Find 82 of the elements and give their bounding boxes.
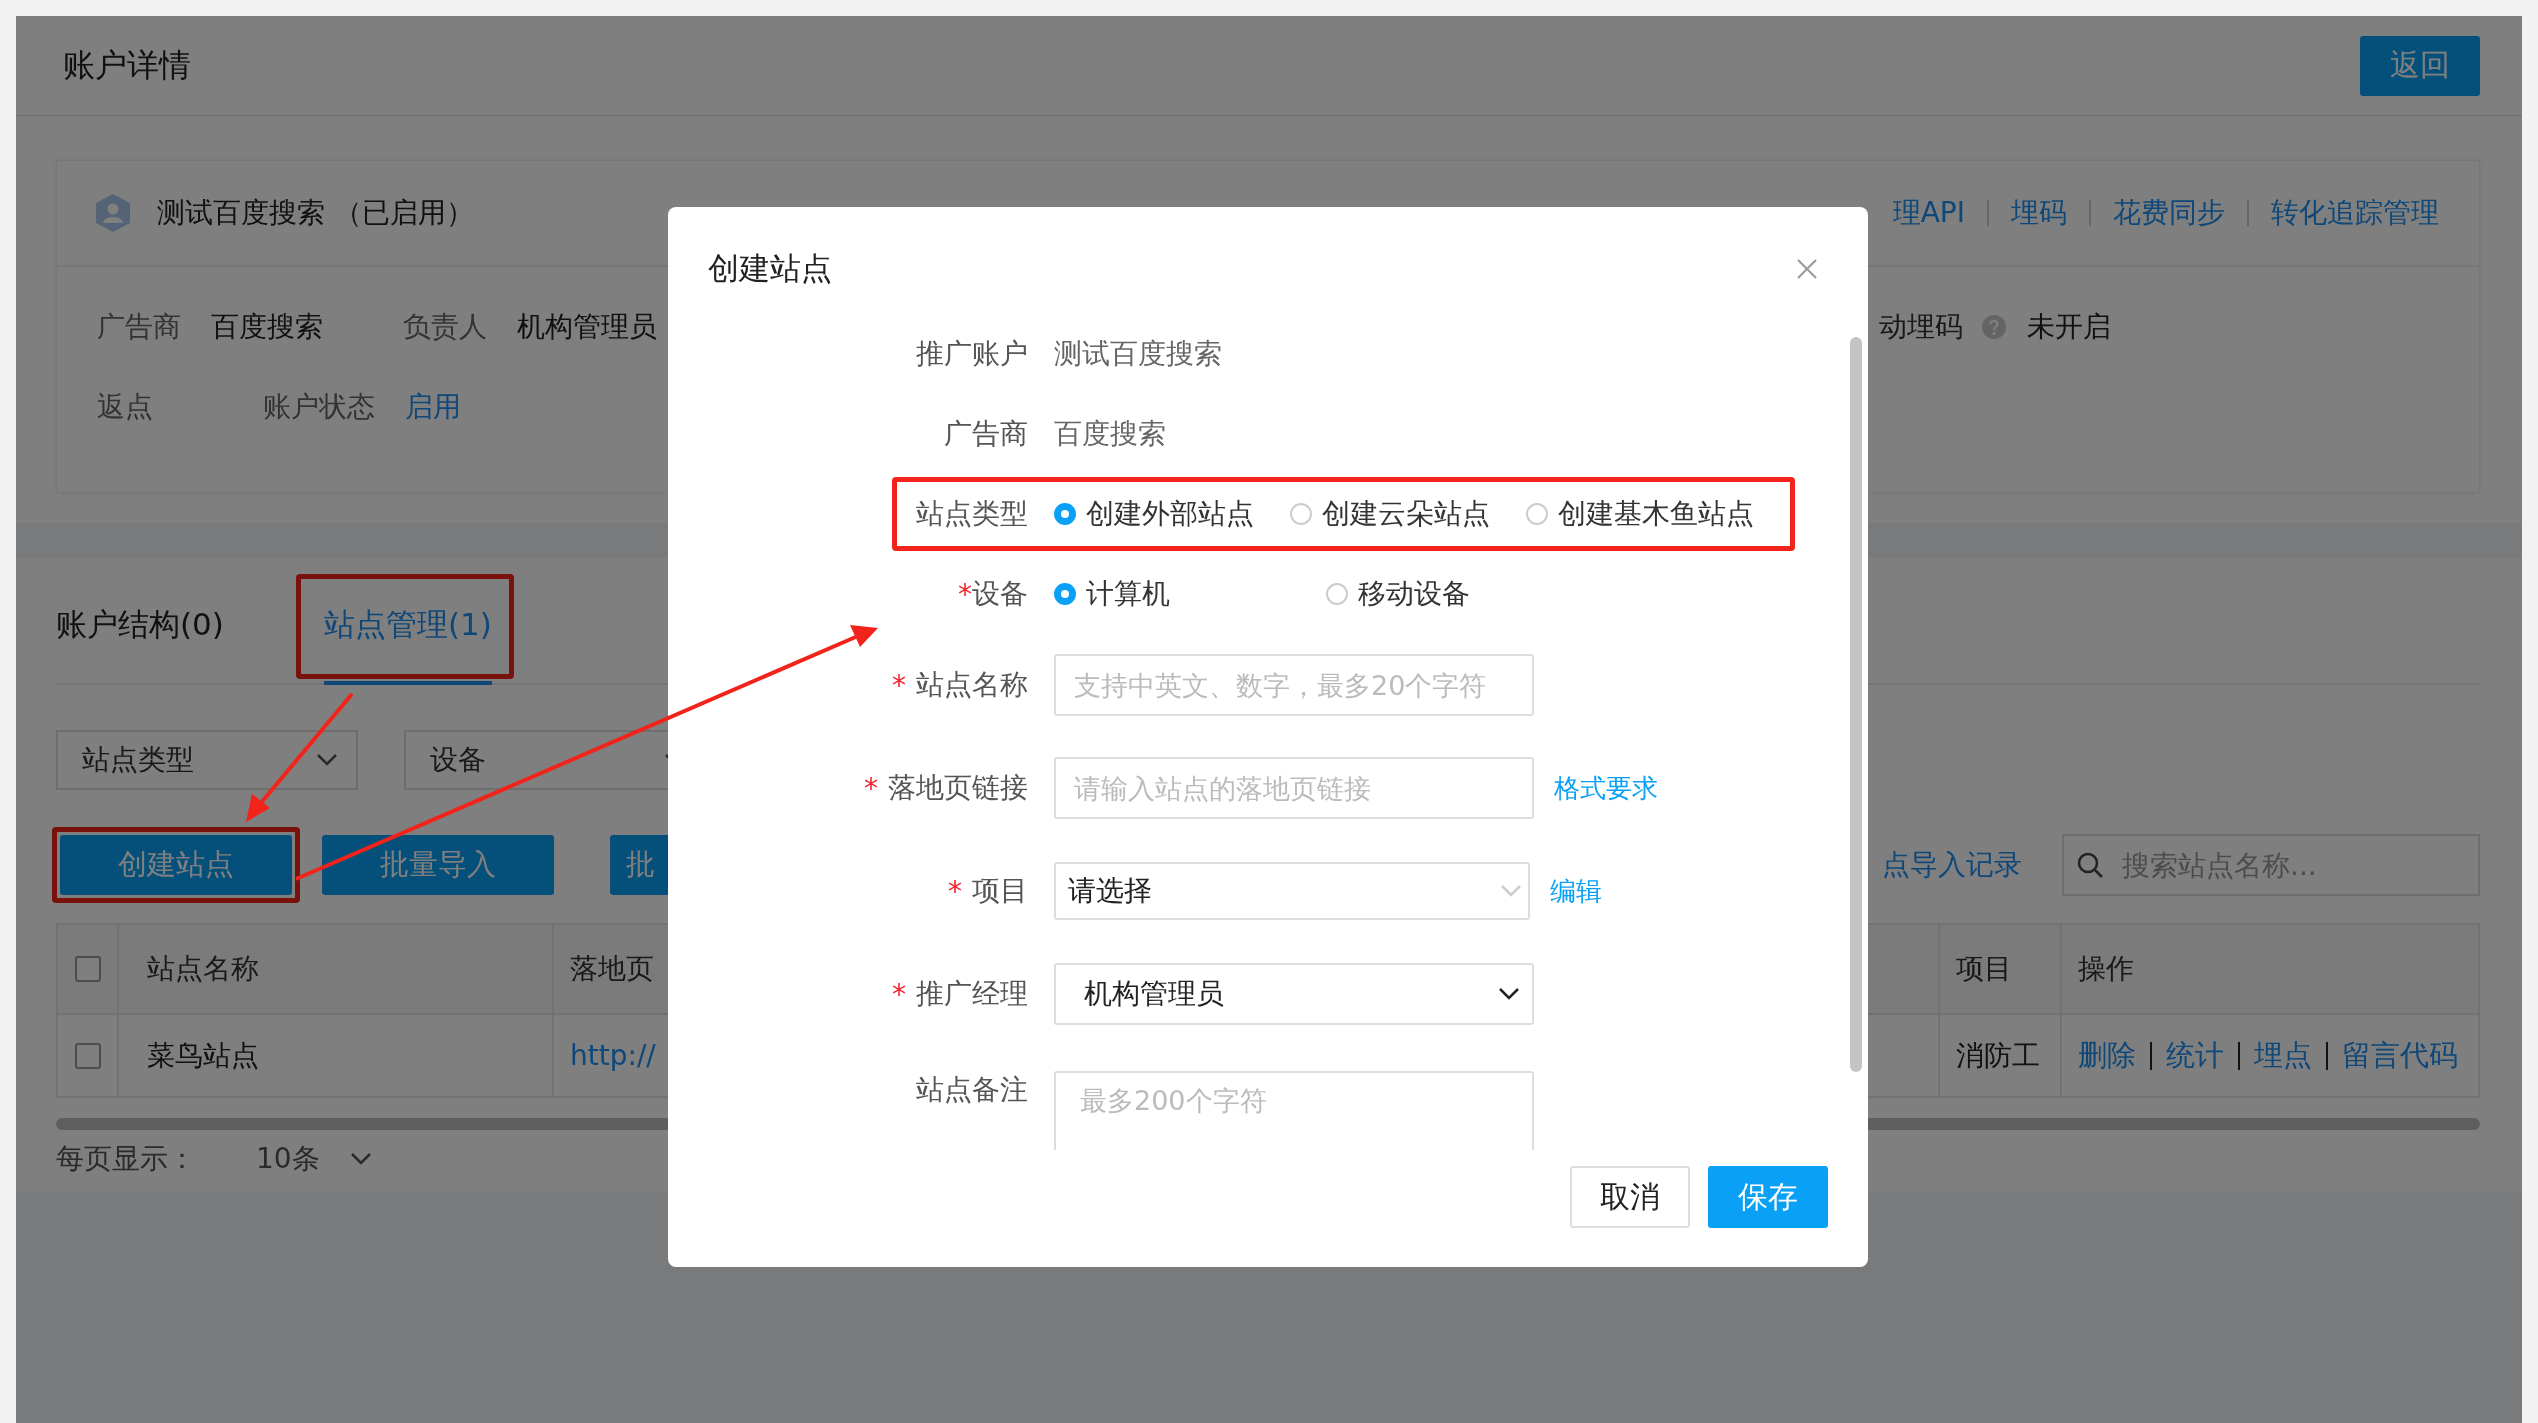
checkbox[interactable] (74, 1042, 101, 1069)
field-value: 启用 (405, 389, 461, 425)
row-action-link[interactable]: 埋点 (2254, 1035, 2312, 1076)
field-label: 项目 (972, 873, 1028, 909)
cancel-button[interactable]: 取消 (1570, 1166, 1690, 1228)
table-cell-text: 菜鸟站点 (147, 1037, 259, 1074)
table-cell-text: 消防工 (1956, 1037, 2040, 1074)
field-label: 站点类型 (916, 496, 1028, 532)
field-value: 百度搜索 (1054, 416, 1166, 452)
tab[interactable]: 站点管理(1) (323, 560, 492, 685)
back-button[interactable]: 返回 (2360, 35, 2480, 96)
radio-button[interactable] (1526, 503, 1548, 525)
select-field[interactable]: 请选择 (1054, 862, 1530, 920)
text-input[interactable]: 支持中英文、数字，最多20个字符 (1054, 654, 1534, 716)
field-label: 推广账户 (916, 336, 1028, 372)
url-link[interactable]: http:// (570, 1039, 656, 1072)
account-link[interactable]: 转化追踪管理 (2271, 194, 2439, 232)
chevron-icon (1498, 987, 1520, 1001)
field-label: 推广经理 (916, 976, 1028, 1012)
account-link[interactable]: 理API (1892, 194, 1965, 232)
radio-option[interactable]: 创建云朵站点 (1290, 495, 1500, 533)
field-value: 未开启 (2027, 309, 2111, 345)
action-button[interactable]: 创建站点 (60, 835, 292, 895)
required-mark: * (958, 577, 972, 611)
required-mark: * (948, 874, 962, 908)
help-icon (1981, 314, 2007, 340)
radio-option[interactable]: 移动设备 (1326, 575, 1536, 613)
field-value: 机构管理员 (517, 309, 657, 345)
row-action-link[interactable]: 留言代码 (2342, 1035, 2458, 1076)
checkbox[interactable] (74, 956, 101, 982)
page-size-select[interactable]: 10条 (256, 1140, 372, 1178)
column-header: 操作 (2078, 951, 2134, 987)
radio-button[interactable] (1326, 583, 1348, 605)
field-label: 动埋码 (1879, 309, 1963, 345)
radio-option[interactable]: 创建基木鱼站点 (1526, 495, 1754, 533)
radio-button[interactable] (1054, 583, 1076, 605)
field-label: 站点名称 (916, 667, 1028, 703)
field-label: 负责人 (403, 309, 487, 345)
field-label: 广告商 (97, 309, 181, 345)
field-link[interactable]: 编辑 (1550, 873, 1602, 909)
row-action-link[interactable]: 删除 (2078, 1035, 2136, 1076)
field-label: 账户状态 (263, 389, 375, 425)
field-label: 返点 (97, 389, 153, 425)
row-action-link[interactable]: 统计 (2166, 1035, 2224, 1076)
field-label: 广告商 (944, 416, 1028, 452)
search-icon (2076, 851, 2104, 879)
radio-button[interactable] (1290, 503, 1312, 525)
select-field[interactable]: 机构管理员 (1054, 963, 1534, 1025)
account-link[interactable]: 埋码 (2011, 194, 2067, 232)
radio-button[interactable] (1054, 503, 1076, 525)
required-mark: * (892, 977, 906, 1011)
action-button[interactable]: 批量导入 (322, 835, 554, 895)
save-button[interactable]: 保存 (1708, 1166, 1828, 1228)
close-icon (1796, 257, 1818, 280)
account-name: 测试百度搜索 （已启用） (157, 195, 474, 231)
chevron-icon (316, 753, 338, 767)
radio-option[interactable]: 创建外部站点 (1054, 495, 1264, 533)
dialog-title: 创建站点 (708, 248, 832, 288)
text-input[interactable]: 请输入站点的落地页链接 (1054, 757, 1534, 819)
column-header: 落地页 (570, 951, 654, 987)
chevron-icon (349, 1152, 372, 1166)
field-value: 百度搜索 (211, 309, 323, 345)
import-log-link[interactable]: 点导入记录 (1882, 846, 2022, 884)
filter-select[interactable]: 站点类型 (56, 730, 358, 790)
page-title: 账户详情 (63, 44, 191, 86)
page-size-label: 每页显示： (56, 1141, 196, 1177)
required-mark: * (864, 771, 878, 805)
tab[interactable]: 账户结构(0) (56, 560, 224, 685)
field-label: 站点备注 (916, 1072, 1028, 1108)
column-header: 项目 (1956, 951, 2012, 987)
text-area[interactable]: 最多200个字符 (1054, 1071, 1534, 1150)
account-link[interactable]: 花费同步 (2113, 194, 2225, 232)
field-link[interactable]: 格式要求 (1554, 770, 1658, 806)
field-value: 测试百度搜索 (1054, 336, 1222, 372)
radio-option[interactable]: 计算机 (1054, 575, 1300, 613)
field-label: 落地页链接 (888, 770, 1028, 806)
column-header: 站点名称 (147, 951, 259, 987)
scrollbar[interactable] (1850, 337, 1862, 1072)
required-mark: * (892, 668, 906, 702)
user-avatar-icon (95, 193, 131, 233)
chevron-icon (1500, 884, 1522, 898)
field-label: 设备 (972, 576, 1028, 612)
